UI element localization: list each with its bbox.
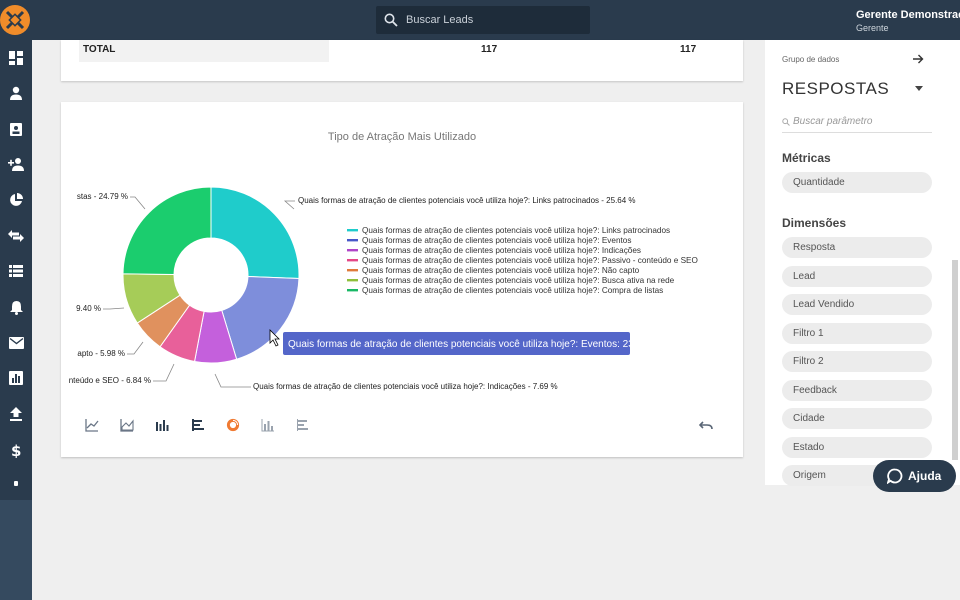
panel-scrollbar[interactable] xyxy=(952,260,958,460)
legend-entry: Quais formas de atração de clientes pote… xyxy=(362,226,670,235)
dimension-chip[interactable]: Filtro 2 xyxy=(782,351,932,372)
total-value-2: 117 xyxy=(680,44,697,55)
data-label: apto - 5.98 % xyxy=(77,349,125,358)
parameter-search[interactable]: Buscar parâmetro xyxy=(782,114,932,133)
bell-icon[interactable] xyxy=(4,296,28,318)
dimension-chip[interactable]: Filtro 1 xyxy=(782,323,932,344)
upload-icon[interactable] xyxy=(4,403,28,425)
total-label-cell xyxy=(79,40,329,62)
group-label: Grupo de dados xyxy=(782,55,840,64)
data-group-panel: Grupo de dados RESPOSTAS Buscar parâmetr… xyxy=(765,40,960,486)
dimension-chip[interactable]: Cidade xyxy=(782,408,932,429)
leader-line xyxy=(153,363,175,382)
search-icon xyxy=(782,118,790,126)
legend-swatch xyxy=(347,279,358,282)
nav-footer xyxy=(0,500,32,600)
dashboard-icon[interactable] xyxy=(4,47,28,69)
person-icon[interactable] xyxy=(4,82,28,104)
user-role: Gerente xyxy=(856,23,889,33)
mail-icon[interactable] xyxy=(4,332,28,354)
bar-chart-icon[interactable] xyxy=(155,418,169,432)
legend-entry: Quais formas de atração de clientes pote… xyxy=(362,276,675,285)
legend-swatch xyxy=(347,289,358,292)
contact-card-icon[interactable] xyxy=(4,118,28,140)
donut-slice xyxy=(122,186,212,276)
legend-entry: Quais formas de atração de clientes pote… xyxy=(362,286,663,295)
line-chart-icon[interactable] xyxy=(85,418,99,432)
stacked-bar-icon[interactable] xyxy=(261,418,275,432)
leader-line xyxy=(214,373,251,388)
data-label: nteúdo e SEO - 6.84 % xyxy=(69,376,151,385)
dimension-chip[interactable]: Resposta xyxy=(782,237,932,258)
user-menu[interactable]: Gerente Demonstração Gerente xyxy=(856,9,960,33)
dollar-icon[interactable]: $ xyxy=(4,439,28,461)
donut-chart-icon[interactable] xyxy=(226,418,240,432)
chevron-down-icon[interactable] xyxy=(915,86,923,91)
legend-entry: Quais formas de atração de clientes pote… xyxy=(362,266,640,275)
leader-line xyxy=(130,196,146,210)
total-value-1: 117 xyxy=(481,44,498,55)
leader-line xyxy=(283,200,295,210)
pie-chart-icon[interactable] xyxy=(4,189,28,211)
report-icon[interactable] xyxy=(4,367,28,389)
donut-chart: Quais formas de atração de clientes pote… xyxy=(69,186,698,391)
svg-text:$: $ xyxy=(11,442,21,458)
stacked-horizontal-icon[interactable] xyxy=(296,418,310,432)
dimension-chip[interactable]: Feedback xyxy=(782,380,932,401)
metric-chip[interactable]: Quantidade xyxy=(782,172,932,193)
legend-swatch xyxy=(347,259,358,262)
tooltip-text: Quais formas de atração de clientes pote… xyxy=(288,339,634,350)
leader-line xyxy=(127,341,144,355)
dimensions-heading: Dimensões xyxy=(782,216,847,230)
legend-swatch xyxy=(347,239,358,242)
legend-swatch xyxy=(347,229,358,232)
help-button[interactable]: Ajuda xyxy=(873,460,956,492)
legend-entry: Quais formas de atração de clientes pote… xyxy=(362,246,641,255)
metrics-heading: Métricas xyxy=(782,151,831,165)
search-input[interactable]: Buscar Leads xyxy=(406,14,473,26)
help-label: Ajuda xyxy=(908,469,942,483)
undo-icon[interactable] xyxy=(699,418,713,432)
dimension-chip[interactable]: Lead Vendido xyxy=(782,294,932,315)
data-label: Quais formas de atração de clientes pote… xyxy=(298,196,636,205)
data-label: stas - 24.79 % xyxy=(77,192,128,201)
user-name: Gerente Demonstração xyxy=(856,9,960,21)
total-label: TOTAL xyxy=(83,44,116,55)
leader-line xyxy=(103,307,125,310)
more-icon[interactable] xyxy=(4,472,28,494)
left-nav: $ xyxy=(0,40,32,600)
chart-card: Tipo de Atração Mais Utilizado Quais for… xyxy=(61,102,743,457)
area-chart-icon[interactable] xyxy=(120,418,134,432)
lead-search[interactable]: Buscar Leads xyxy=(376,6,590,34)
dimension-chip[interactable]: Estado xyxy=(782,437,932,458)
chat-bubble-icon xyxy=(887,468,903,484)
legend-entry: Quais formas de atração de clientes pote… xyxy=(362,256,698,265)
top-bar: Buscar Leads Gerente Demonstração Gerent… xyxy=(0,0,960,40)
totals-card: TOTAL 117 117 xyxy=(61,40,743,81)
app-logo[interactable] xyxy=(0,5,30,35)
legend-swatch xyxy=(347,249,358,252)
logo-icon xyxy=(5,10,25,30)
horizontal-bar-icon[interactable] xyxy=(191,418,205,432)
legend-swatch xyxy=(347,269,358,272)
person-add-icon[interactable] xyxy=(4,153,28,175)
list-icon[interactable] xyxy=(4,260,28,282)
arrow-right-icon[interactable] xyxy=(912,53,924,65)
data-label: 9.40 % xyxy=(76,304,101,313)
swap-icon[interactable] xyxy=(4,225,28,247)
group-select[interactable]: RESPOSTAS xyxy=(782,79,889,99)
dimension-chip[interactable]: Lead xyxy=(782,266,932,287)
legend-entry: Quais formas de atração de clientes pote… xyxy=(362,236,631,245)
parameter-search-input[interactable]: Buscar parâmetro xyxy=(793,116,872,127)
search-icon xyxy=(384,13,398,27)
data-label: Quais formas de atração de clientes pote… xyxy=(253,382,558,391)
